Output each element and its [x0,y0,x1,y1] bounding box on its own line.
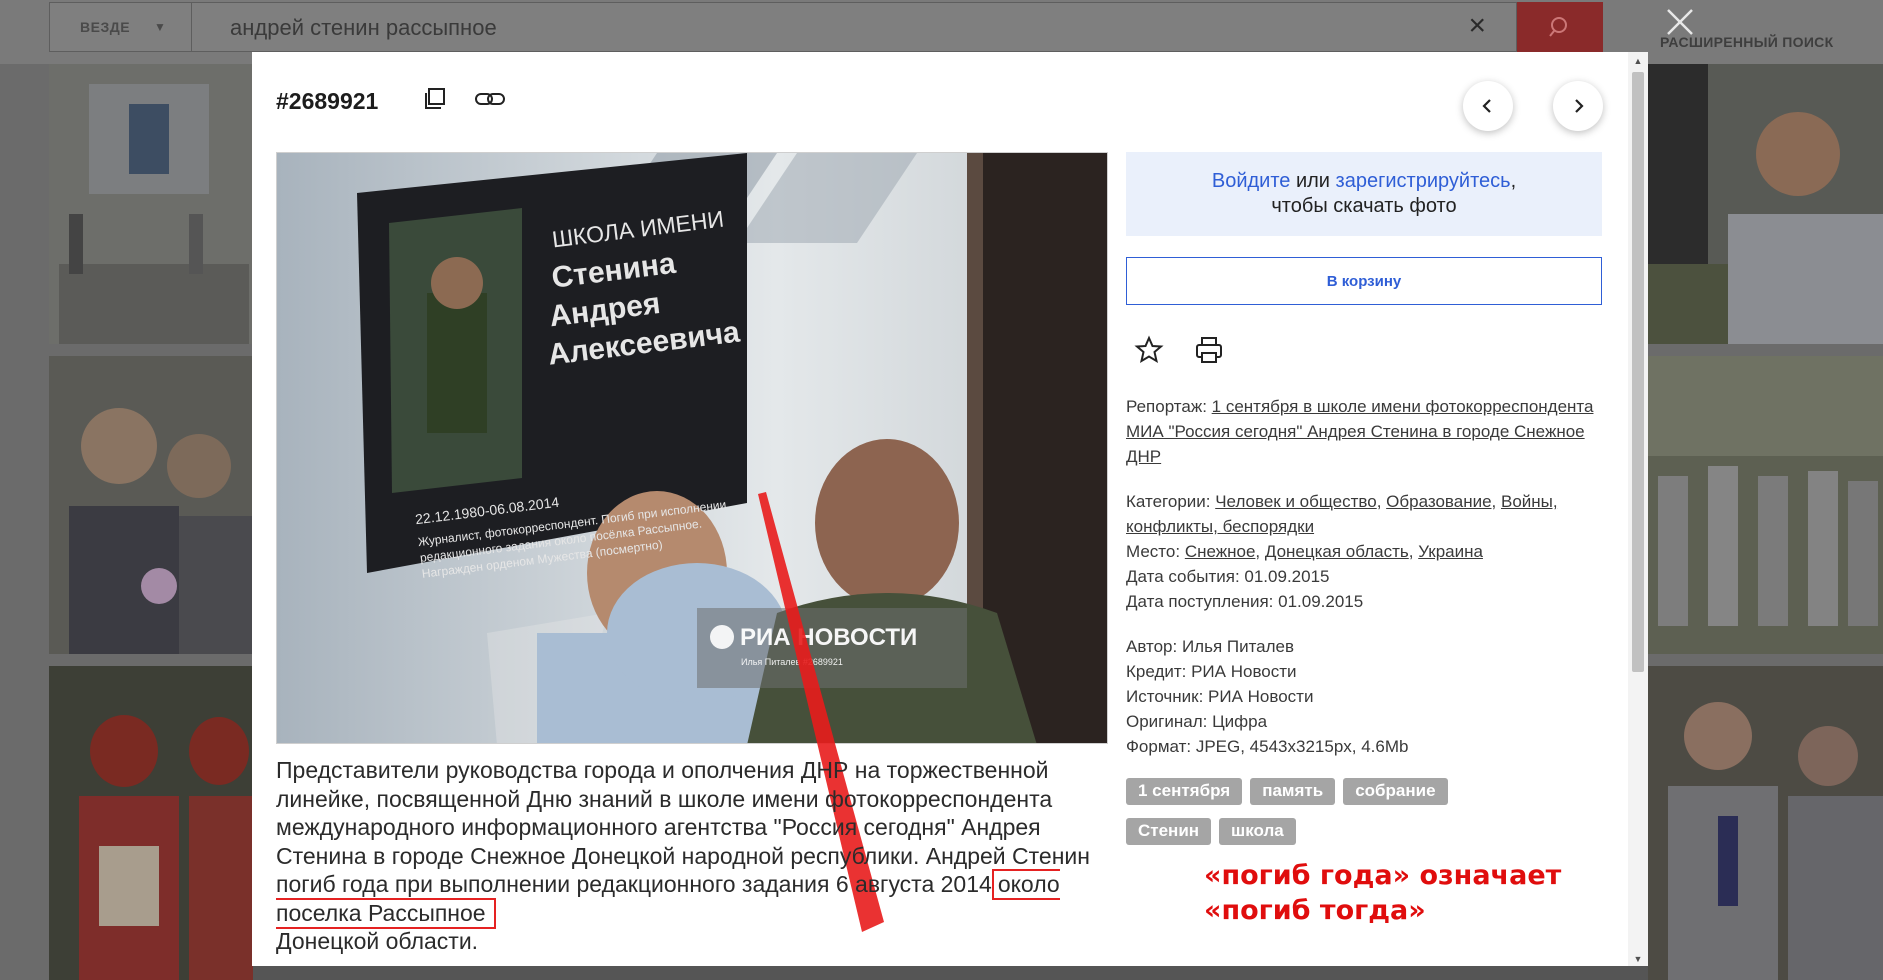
received-date: Дата поступления: 01.09.2015 [1126,592,1364,611]
advanced-search-link[interactable]: РАСШИРЕННЫЙ ПОИСК [1660,34,1833,50]
scroll-down-icon[interactable]: ▼ [1632,954,1644,964]
place-label: Место: [1126,542,1185,561]
photo-details: Автор: Илья Питалев Кредит: РИА Новости … [1126,634,1596,759]
categories-label: Категории: [1126,492,1216,511]
format: Формат: JPEG, 4543x3215px, 4.6Mb [1126,737,1409,756]
search-scope-label: ВЕЗДЕ [80,19,131,35]
thumbnail[interactable] [49,666,253,980]
place-link[interactable]: Снежное [1185,542,1256,561]
photo-caption: Представители руководства города и ополч… [276,756,1136,956]
category-link[interactable]: Человек и общество [1215,492,1376,511]
thumbnail[interactable] [49,356,253,654]
search-button[interactable] [1517,2,1603,52]
add-to-cart-button[interactable]: В корзину [1126,257,1602,305]
search-scope-dropdown[interactable]: ВЕЗДЕ ▼ [50,3,192,51]
search-input[interactable] [230,13,1480,43]
annotation-line2: «погиб тогда» [1204,895,1426,926]
scroll-thumb[interactable] [1632,72,1644,672]
thumbnail[interactable] [1648,666,1883,980]
login-or: или [1290,170,1336,192]
star-icon[interactable] [1134,335,1164,365]
credit: Кредит: РИА Новости [1126,662,1297,681]
caption-main: Представители руководства города и ополч… [276,757,1090,897]
photo-modal: #2689921 РИА НОВОСТИ Илья Питалев #26899… [252,52,1648,966]
photo-id: #2689921 [276,88,379,114]
place-separator: , [1255,542,1265,561]
main-photo[interactable]: РИА НОВОСТИ Илья Питалев #2689921 ШКОЛА … [276,152,1108,744]
chevron-down-icon: ▼ [154,20,167,34]
link-icon[interactable] [474,86,506,112]
annotation-note: «погиб года» означает «погиб тогда» [1204,858,1561,928]
tag[interactable]: собрание [1343,778,1448,805]
category-separator: , [1491,492,1501,511]
event-date: Дата события: 01.09.2015 [1126,567,1330,586]
clear-search-icon[interactable]: × [1468,11,1486,41]
place-link[interactable]: Донецкая область [1265,542,1409,561]
report-label: Репортаж: [1126,397,1212,416]
caption-end: Донецкой области. [276,928,479,954]
category-link[interactable]: Образование [1386,492,1491,511]
tag-list: 1 сентября память собрание Стенин школа [1126,778,1596,858]
search-icon [1549,17,1567,37]
login-prompt: Войдите или зарегистрируйтесь, чтобы ска… [1126,152,1602,236]
login-comma: , [1510,170,1517,192]
annotation-line1: «погиб года» означает [1204,860,1562,891]
login-link[interactable]: Войдите [1212,170,1291,192]
prev-photo-button[interactable] [1463,81,1513,131]
source: Источник: РИА Новости [1126,687,1314,706]
place-link[interactable]: Украина [1418,542,1483,561]
login-rest: чтобы скачать фото [1271,195,1457,217]
tag[interactable]: память [1250,778,1336,805]
thumbnail[interactable] [49,64,253,344]
tag[interactable]: Стенин [1126,818,1212,845]
chevron-left-icon [1482,99,1491,113]
print-icon[interactable] [1194,335,1224,365]
categories-info: Категории: Человек и общество, Образован… [1126,489,1596,614]
original: Оригинал: Цифра [1126,712,1268,731]
copy-icon[interactable] [422,86,448,112]
next-photo-button[interactable] [1553,81,1603,131]
thumbnail[interactable] [1648,64,1883,344]
thumbnail[interactable] [1648,356,1883,654]
thumbnail[interactable] [253,966,1648,980]
tag[interactable]: 1 сентября [1126,778,1243,805]
search-box: ВЕЗДЕ ▼ × [49,2,1517,52]
author: Автор: Илья Питалев [1126,637,1295,656]
category-separator: , [1376,492,1387,511]
place-separator: , [1408,542,1419,561]
scroll-up-icon[interactable]: ▲ [1632,56,1644,66]
tag[interactable]: школа [1219,818,1296,845]
chevron-right-icon [1575,99,1584,113]
modal-scrollbar[interactable]: ▲ ▼ [1628,52,1648,966]
report-info: Репортаж: 1 сентября в школе имени фоток… [1126,394,1596,469]
register-link[interactable]: зарегистрируйтесь [1336,170,1511,192]
